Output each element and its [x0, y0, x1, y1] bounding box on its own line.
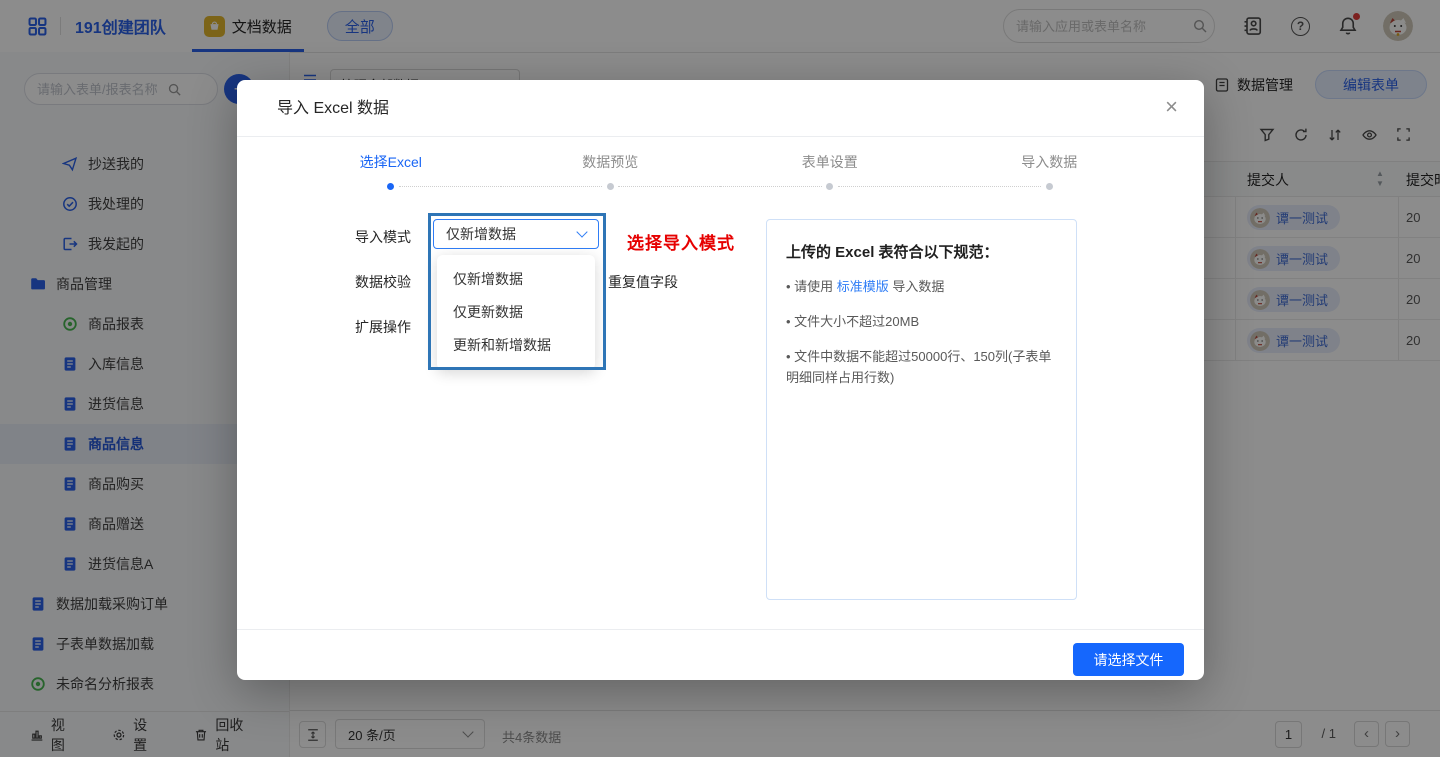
import-excel-modal: 导入 Excel 数据 × 选择Excel 数据预览 表单设置 导入数据 导入模…	[237, 80, 1204, 680]
step-dot	[1046, 183, 1053, 190]
stepper-dots	[281, 182, 1159, 191]
step-data-preview: 数据预览	[501, 152, 721, 172]
annotation-highlight-box	[428, 213, 606, 370]
duplicate-field-label: 重复值字段	[608, 272, 678, 292]
extend-action-label: 扩展操作	[355, 317, 411, 337]
stepper: 选择Excel 数据预览 表单设置 导入数据	[281, 152, 1159, 172]
close-icon[interactable]: ×	[1165, 94, 1178, 120]
spec-item-filesize: 文件大小不超过20MB	[786, 311, 1057, 332]
spec-list: 请使用 标准模版 导入数据 文件大小不超过20MB 文件中数据不能超过50000…	[786, 276, 1057, 388]
import-mode-label: 导入模式	[355, 227, 411, 247]
modal-header: 导入 Excel 数据 ×	[237, 80, 1204, 137]
modal-title: 导入 Excel 数据	[277, 80, 389, 137]
step-dot	[826, 183, 833, 190]
standard-template-link[interactable]: 标准模版	[837, 279, 889, 294]
data-validate-label: 数据校验	[355, 272, 411, 292]
step-dot-active	[387, 183, 394, 190]
spec-title: 上传的 Excel 表符合以下规范：	[786, 241, 1057, 262]
modal-footer: 请选择文件	[237, 629, 1204, 680]
annotation-label: 选择导入模式	[627, 229, 735, 254]
choose-file-button[interactable]: 请选择文件	[1073, 643, 1184, 676]
step-form-settings: 表单设置	[720, 152, 940, 172]
step-import-data: 导入数据	[940, 152, 1160, 172]
spec-item-template: 请使用 标准模版 导入数据	[786, 276, 1057, 297]
step-select-excel: 选择Excel	[281, 152, 501, 172]
step-dot	[607, 183, 614, 190]
spec-item-limits: 文件中数据不能超过50000行、150列(子表单明细同样占用行数)	[786, 346, 1057, 388]
upload-spec-panel: 上传的 Excel 表符合以下规范： 请使用 标准模版 导入数据 文件大小不超过…	[766, 219, 1077, 600]
